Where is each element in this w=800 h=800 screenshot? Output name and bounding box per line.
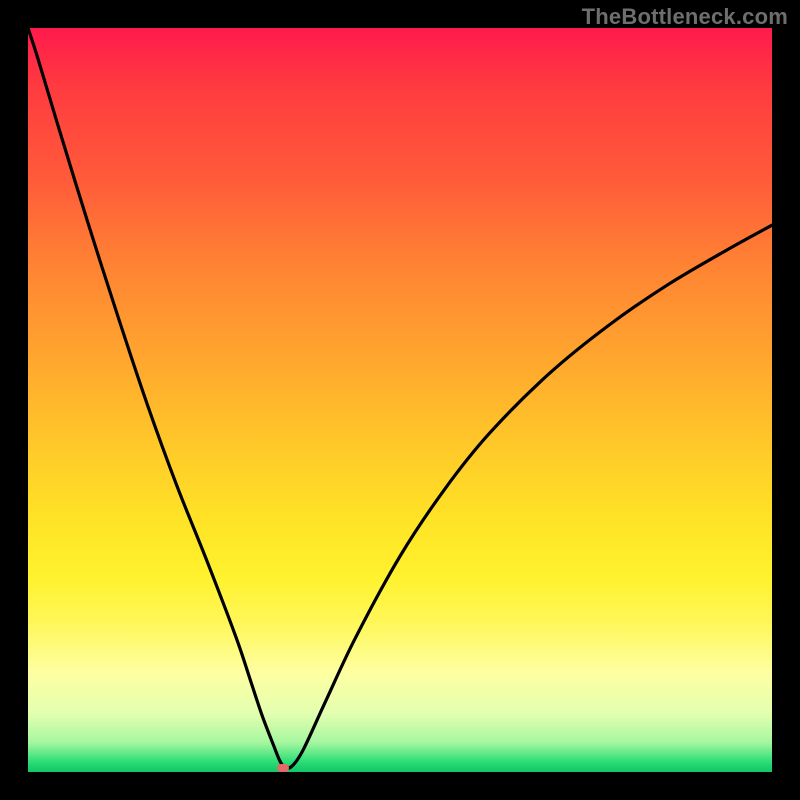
plot-area	[28, 28, 772, 772]
watermark-text: TheBottleneck.com	[582, 4, 788, 30]
optimal-marker	[277, 764, 289, 772]
chart-frame: TheBottleneck.com	[0, 0, 800, 800]
bottleneck-curve	[28, 28, 772, 772]
